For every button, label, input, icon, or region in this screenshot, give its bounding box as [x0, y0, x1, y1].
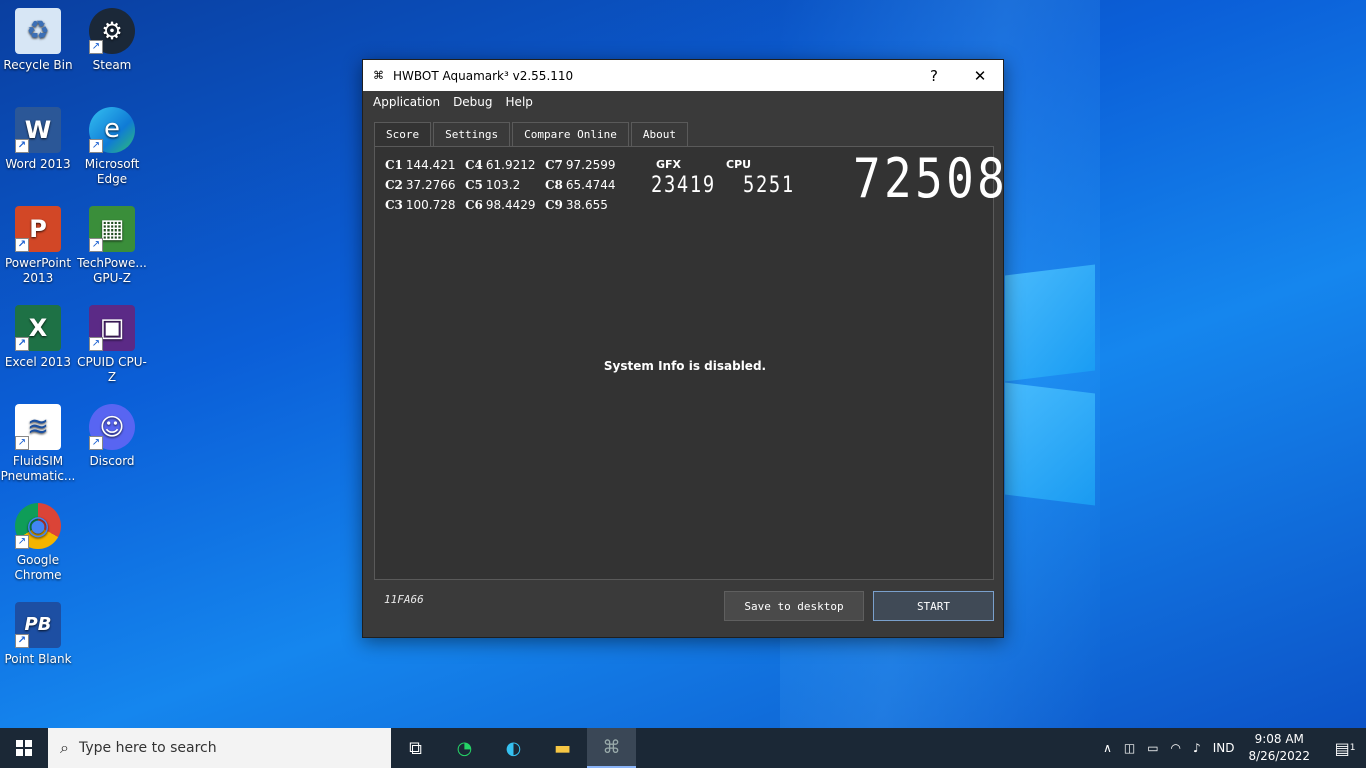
- help-button[interactable]: ?: [911, 60, 957, 91]
- desktop-icon-label: Microsoft Edge: [84, 157, 140, 186]
- desktop-icon-microsoft-edge[interactable]: e ↗ Microsoft Edge: [74, 107, 150, 187]
- chevron-up-icon[interactable]: ∧: [1103, 741, 1112, 755]
- edge-icon: e ↗: [89, 107, 135, 153]
- menu-bar: Application Debug Help: [363, 91, 1003, 113]
- subscore-c2: C2 37.2766: [385, 178, 456, 192]
- desktop-icon-label: Steam: [92, 58, 132, 72]
- desktop-icon-label: TechPowe... GPU-Z: [77, 256, 147, 285]
- gfx-label: GFX: [656, 158, 682, 171]
- tab-about[interactable]: About: [630, 122, 688, 146]
- window-titlebar[interactable]: ⌘ HWBOT Aquamark³ v2.55.110 ? ✕: [363, 60, 1003, 91]
- edge-taskbar-icon[interactable]: ◐: [489, 728, 538, 768]
- desktop-icon-cpu-z[interactable]: ▣ ↗ CPUID CPU-Z: [74, 305, 150, 385]
- desktop-icon-recycle-bin[interactable]: ♻ Recycle Bin: [0, 8, 76, 73]
- clock[interactable]: 9:08 AM 8/26/2022: [1248, 731, 1310, 765]
- gfx-score: 23419: [651, 173, 716, 198]
- word-icon: W ↗: [15, 107, 61, 153]
- search-placeholder: Type here to search: [78, 740, 217, 756]
- desktop-icon-label: FluidSIM Pneumatic...: [0, 454, 76, 483]
- file-explorer-icon[interactable]: ▬: [538, 728, 587, 768]
- save-to-desktop-button[interactable]: Save to desktop: [724, 591, 864, 621]
- windows-start-button[interactable]: [0, 728, 48, 768]
- clock-time: 9:08 AM: [1254, 732, 1304, 746]
- cpu-score: 5251: [743, 173, 795, 198]
- subscore-c6: C6 98.4429: [465, 198, 536, 212]
- excel-icon: X ↗: [15, 305, 61, 351]
- close-button[interactable]: ✕: [957, 60, 1003, 91]
- tab-compare-online[interactable]: Compare Online: [512, 122, 629, 146]
- tab-bar: Score Settings Compare Online About: [374, 122, 690, 147]
- cpu-label: CPU: [726, 158, 752, 171]
- windows-logo-icon: [16, 740, 32, 756]
- wifi-icon[interactable]: ◠: [1171, 741, 1181, 755]
- aquamark-window: ⌘ HWBOT Aquamark³ v2.55.110 ? ✕ Applicat…: [362, 59, 1005, 638]
- fluidsim-icon: ≋ ↗: [15, 404, 61, 450]
- subscore-c8: C8 65.4744: [545, 178, 616, 192]
- aquamark-app-icon: ⌘: [373, 68, 384, 82]
- subscore-c4: C4 61.9212: [465, 158, 536, 172]
- notification-count: 1: [1349, 743, 1356, 753]
- gpu-z-icon: ▦ ↗: [89, 206, 135, 252]
- battery-icon[interactable]: ▭: [1147, 741, 1158, 755]
- discord-icon: ☺ ↗: [89, 404, 135, 450]
- desktop-icon-label: Google Chrome: [14, 553, 62, 582]
- subscore-c1: C1 144.421: [385, 158, 456, 172]
- subscore-c7: C7 97.2599: [545, 158, 616, 172]
- window-title: HWBOT Aquamark³ v2.55.110: [393, 68, 574, 83]
- search-icon: ⌕: [60, 738, 69, 757]
- desktop-icon-label: Point Blank: [4, 652, 72, 666]
- chrome-icon: ◉ ↗: [15, 503, 61, 549]
- subscore-c5: C5 103.2: [465, 178, 521, 192]
- language-indicator[interactable]: IND: [1213, 741, 1235, 755]
- desktop-icon-label: Discord: [89, 454, 135, 468]
- result-hash: 11FA66: [384, 593, 424, 606]
- desktop-icon-point-blank[interactable]: PB ↗ Point Blank: [0, 602, 76, 667]
- steam-icon: ⚙ ↗: [89, 8, 135, 54]
- system-info-message: System Info is disabled.: [603, 359, 767, 373]
- tab-settings[interactable]: Settings: [433, 122, 511, 146]
- point-blank-icon: PB ↗: [15, 602, 61, 648]
- desktop-icon-label: Word 2013: [5, 157, 71, 171]
- desktop-icon-label: CPUID CPU-Z: [77, 355, 147, 384]
- desktop-icon-steam[interactable]: ⚙ ↗ Steam: [74, 8, 150, 73]
- notification-icon[interactable]: ▤ 1: [1330, 728, 1360, 768]
- clock-date: 8/26/2022: [1248, 749, 1310, 763]
- desktop-icon-gpu-z[interactable]: ▦ ↗ TechPowe... GPU-Z: [74, 206, 150, 286]
- subscore-c3: C3 100.728: [385, 198, 456, 212]
- wallpaper-windows-logo: [1005, 258, 1097, 510]
- desktop-icon-excel-2013[interactable]: X ↗ Excel 2013: [0, 305, 76, 370]
- desktop-icon-powerpoint-2013[interactable]: P ↗ PowerPoint 2013: [0, 206, 76, 286]
- score-panel: C1 144.421 C2 37.2766 C3 100.728 C4 61.9212 …: [374, 146, 1005, 580]
- powerpoint-icon: P ↗: [15, 206, 61, 252]
- task-view-icon[interactable]: ⧉: [391, 728, 440, 768]
- menu-help[interactable]: Help: [506, 95, 533, 109]
- total-score: 72508: [853, 147, 1009, 210]
- menu-application[interactable]: Application: [373, 95, 440, 109]
- tab-score[interactable]: Score: [374, 122, 432, 147]
- recycle-bin-icon: ♻: [15, 8, 61, 54]
- cpu-z-icon: ▣ ↗: [89, 305, 135, 351]
- desktop-icon-label: PowerPoint 2013: [4, 256, 72, 285]
- subscore-c9: C9 38.655: [545, 198, 608, 212]
- start-button[interactable]: START: [873, 591, 994, 621]
- volume-icon[interactable]: ♪: [1193, 741, 1201, 755]
- desktop-icon-google-chrome[interactable]: ◉ ↗ Google Chrome: [0, 503, 76, 583]
- whatsapp-icon[interactable]: ◔: [440, 728, 489, 768]
- menu-debug[interactable]: Debug: [453, 95, 492, 109]
- desktop-icon-word-2013[interactable]: W ↗ Word 2013: [0, 107, 76, 172]
- desktop-icon-label: Excel 2013: [4, 355, 72, 369]
- desktop-icon-label: Recycle Bin: [3, 58, 73, 72]
- camera-icon[interactable]: ◫: [1124, 741, 1135, 755]
- taskbar-search-box[interactable]: ⌕ Type here to search: [48, 728, 391, 768]
- system-tray: ∧ ◫ ▭ ◠ ♪ IND 9:08 AM 8/26/2022 ▤ 1: [1097, 728, 1366, 768]
- taskbar: ⌕ Type here to search ⧉ ◔ ◐ ▬ ⌘ ∧ ◫ ▭ ◠ …: [0, 728, 1366, 768]
- aquamark-taskbar-icon[interactable]: ⌘: [587, 728, 636, 768]
- desktop-icon-fluidsim[interactable]: ≋ ↗ FluidSIM Pneumatic...: [0, 404, 76, 484]
- desktop-icon-discord[interactable]: ☺ ↗ Discord: [74, 404, 150, 469]
